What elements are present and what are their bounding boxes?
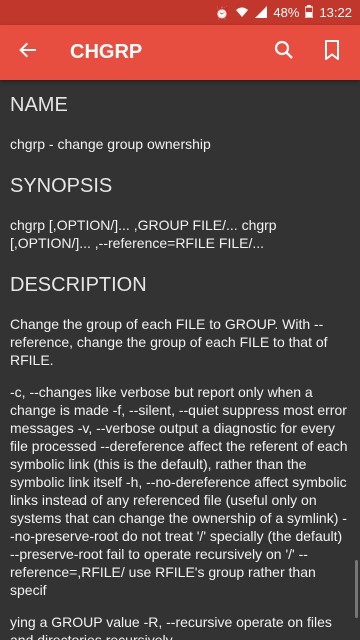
name-text: chgrp - change group ownership (10, 136, 211, 152)
wifi-icon (235, 6, 249, 20)
status-bar: ⏰ 48% 13:22 (0, 0, 360, 25)
app-bar: CHGRP (0, 25, 360, 80)
page-title: CHGRP (70, 41, 143, 63)
alarm-icon: ⏰ (214, 5, 230, 20)
description-paragraph-2: -c, --changes like verbose but report on… (10, 384, 348, 598)
section-heading-name: NAME (10, 94, 68, 116)
description-paragraph-1: Change the group of each FILE to GROUP. … (10, 316, 328, 368)
bookmark-button[interactable] (308, 25, 356, 80)
bookmark-icon (324, 40, 340, 65)
signal-icon (255, 5, 268, 20)
back-arrow-icon (18, 40, 38, 65)
status-time: 13:22 (319, 5, 352, 20)
synopsis-text: chgrp [,OPTION/]... ,GROUP FILE/... chgr… (10, 217, 277, 251)
scrollbar[interactable] (355, 560, 358, 618)
battery-icon (304, 5, 315, 20)
section-heading-description: DESCRIPTION (10, 274, 147, 296)
battery-percent: 48% (273, 5, 300, 20)
man-page-content[interactable]: NAME chgrp - change group ownership SYNO… (0, 80, 360, 640)
description-paragraph-3: ying a GROUP value -R, --recursive opera… (10, 614, 332, 640)
search-button[interactable] (260, 25, 308, 80)
search-icon (274, 40, 294, 65)
back-button[interactable] (0, 25, 56, 80)
section-heading-synopsis: SYNOPSIS (10, 175, 113, 197)
